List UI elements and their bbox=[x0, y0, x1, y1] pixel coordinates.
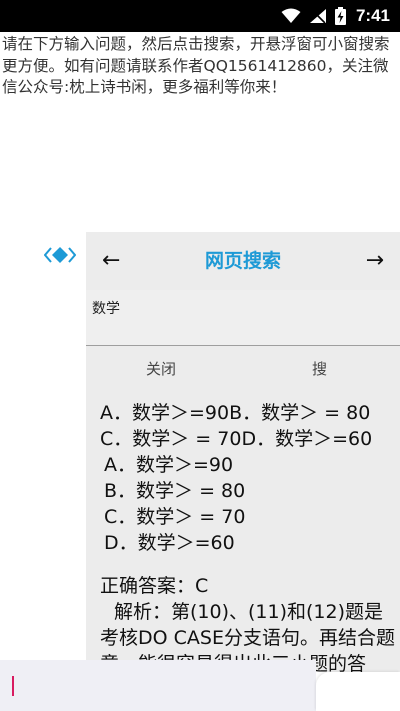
window-buttons: 关闭 搜 bbox=[86, 348, 400, 388]
query-input-value: 数学 bbox=[92, 301, 120, 317]
window-title: 网页搜索 bbox=[204, 250, 281, 272]
result-option: C．数学＞ = 70 bbox=[104, 506, 246, 528]
status-time: 7:41 bbox=[355, 6, 390, 25]
result-option: A．数学＞=90 bbox=[104, 454, 234, 476]
status-bar: 7:41 bbox=[0, 0, 400, 32]
signal-icon bbox=[309, 8, 326, 24]
search-button[interactable]: 搜 bbox=[312, 358, 327, 379]
result-option: B．数学＞ = 80 bbox=[104, 480, 246, 502]
result-answer: 正确答案：C bbox=[100, 575, 209, 597]
close-button[interactable]: 关闭 bbox=[146, 358, 176, 379]
floating-search-window: ← 网页搜索 → 数学 关闭 搜 A．数学＞=90B．数学＞ = 80C．数学＞… bbox=[86, 232, 400, 672]
intro-text: 请在下方输入问题，然后点击搜索，开悬浮窗可小窗搜索更方便。如有问题请联系作者QQ… bbox=[2, 35, 390, 96]
text-caret bbox=[12, 676, 14, 696]
bottom-input-bar[interactable] bbox=[0, 660, 316, 711]
result-question: A．数学＞=90B．数学＞ = 80C．数学＞ = 70D．数学＞=60 bbox=[100, 402, 373, 450]
query-input[interactable]: 数学 bbox=[86, 290, 400, 346]
forward-arrow-button[interactable]: → bbox=[366, 248, 384, 273]
float-toggle-icon bbox=[44, 247, 76, 263]
battery-charging-icon bbox=[334, 7, 346, 25]
result-option: D．数学＞=60 bbox=[104, 532, 235, 554]
status-icons: 7:41 bbox=[281, 0, 390, 32]
search-result: A．数学＞=90B．数学＞ = 80C．数学＞ = 70D．数学＞=60 A．数… bbox=[100, 400, 396, 672]
bottom-right-panel bbox=[316, 672, 400, 711]
float-toggle[interactable] bbox=[40, 244, 80, 266]
wifi-icon bbox=[281, 8, 301, 23]
window-header: ← 网页搜索 → bbox=[86, 232, 400, 288]
